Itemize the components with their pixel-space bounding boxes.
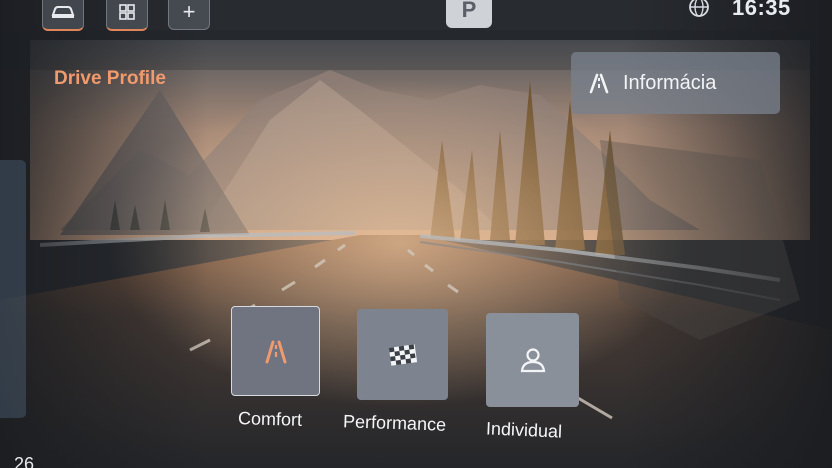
apps-icon [119,4,135,20]
road-icon [589,73,609,94]
info-button[interactable]: Informácia [571,52,780,114]
page-title: Drive Profile [54,68,166,89]
profile-individual-button[interactable] [486,313,579,407]
vehicle-shortcut-button[interactable] [42,0,84,31]
globe-icon[interactable] [688,0,710,18]
profile-comfort-button[interactable] [231,306,320,396]
gear-label: P [461,0,477,22]
left-side-panel[interactable] [0,160,26,418]
add-icon: + [182,0,196,24]
apps-shortcut-button[interactable] [106,0,148,31]
car-icon [51,6,75,18]
checkered-flag-icon [388,343,417,366]
clock: 16:35 [732,0,791,20]
road-icon [265,340,286,364]
add-shortcut-button[interactable]: + [168,0,210,30]
screen: + P 16:35 Drive Profile Informácia Comfo… [0,0,832,468]
temperature-readout: 26 [14,454,35,468]
person-icon [520,348,545,373]
profile-individual-label: Individual [485,418,563,442]
profile-comfort-label: Comfort [237,408,303,430]
gear-indicator[interactable]: P [446,0,492,28]
profile-performance-label: Performance [342,411,447,435]
profile-performance-button[interactable] [357,309,448,400]
info-button-label: Informácia [623,71,717,94]
